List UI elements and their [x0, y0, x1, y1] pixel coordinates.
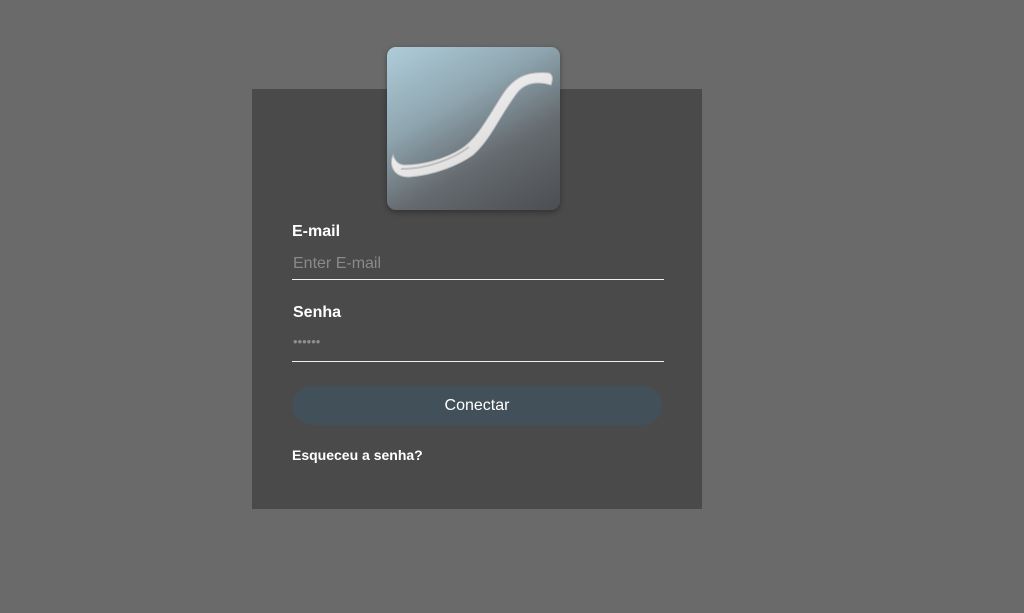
connect-button[interactable]: Conectar: [292, 386, 662, 425]
password-label: Senha: [293, 304, 342, 321]
forgot-password-link[interactable]: Esqueceu a senha?: [292, 447, 423, 463]
app-logo: [387, 47, 560, 210]
email-input[interactable]: [292, 248, 664, 280]
swoosh-logo-icon: [391, 72, 553, 178]
password-placeholder-mask: ••••••: [293, 334, 321, 349]
login-page: E-mail Senha •••••• Conectar Esqueceu a …: [0, 0, 1024, 613]
password-input[interactable]: [292, 330, 664, 362]
email-label: E-mail: [292, 223, 341, 240]
